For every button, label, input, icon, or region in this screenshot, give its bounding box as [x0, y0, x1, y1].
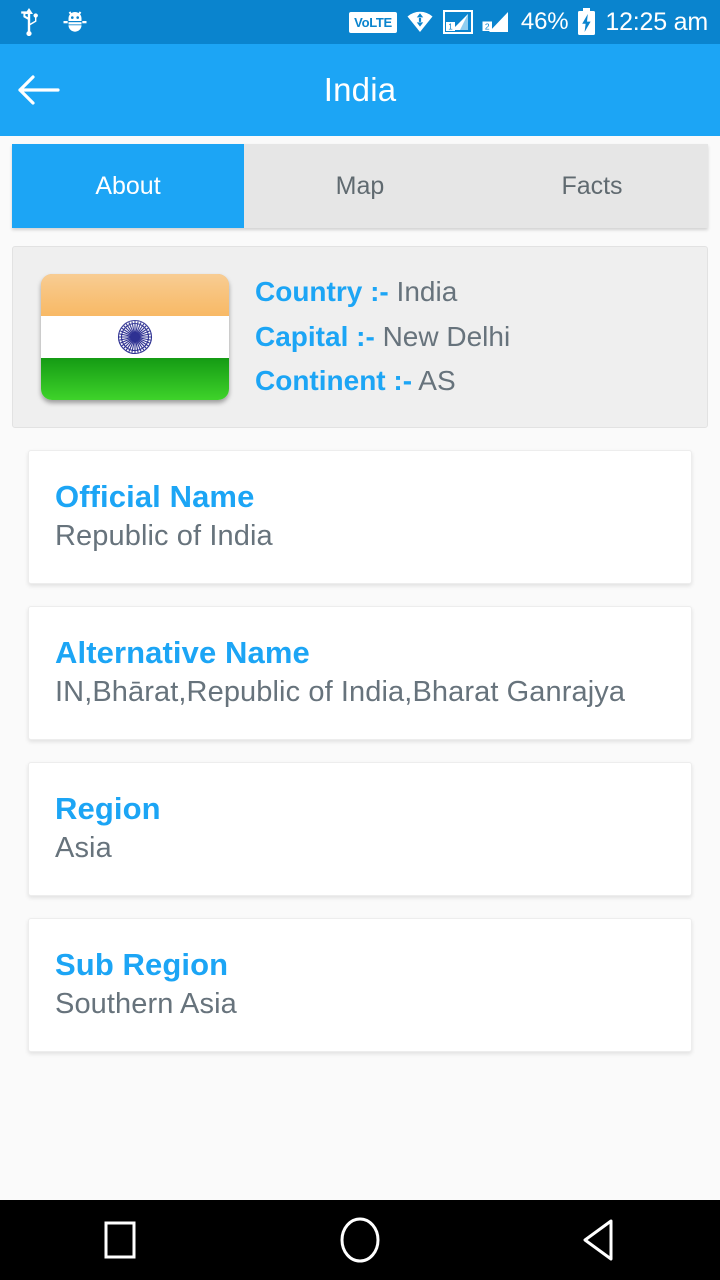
- wifi-icon: [406, 9, 434, 35]
- back-navigation-button[interactable]: [0, 44, 76, 136]
- summary-value-country: India: [396, 275, 458, 307]
- tab-bar: About Map Facts: [12, 144, 708, 228]
- summary-value-continent: AS: [418, 365, 456, 397]
- info-card-title: Region: [55, 791, 161, 826]
- summary-value-capital: New Delhi: [382, 320, 511, 352]
- summary-label-capital: Capital :-: [255, 320, 375, 352]
- android-navigation-bar: [0, 1200, 720, 1280]
- info-card-value: Republic of India: [55, 520, 273, 552]
- signal-sim2-icon: 2: [482, 9, 512, 35]
- circle-icon: [340, 1217, 380, 1263]
- info-card-value: IN,Bhārat,Republic of India,Bharat Ganra…: [55, 676, 626, 708]
- info-card-value: Southern Asia: [55, 988, 237, 1020]
- recents-button[interactable]: [40, 1200, 200, 1280]
- status-bar-left-icons: [18, 8, 88, 36]
- svg-text:1: 1: [448, 23, 453, 32]
- country-summary-list: Country :- India Capital :- New Delhi Co…: [255, 274, 510, 401]
- tab-facts[interactable]: Facts: [476, 144, 708, 228]
- summary-row-capital: Capital :- New Delhi: [255, 319, 510, 356]
- app-bar: India: [0, 44, 720, 136]
- info-card-list: Official Name Republic of India Alternat…: [0, 450, 720, 1052]
- usb-icon: [18, 8, 40, 36]
- info-card-official-name[interactable]: Official Name Republic of India: [28, 450, 692, 584]
- volte-icon: VoLTE: [349, 11, 397, 33]
- info-card-region[interactable]: Region Asia: [28, 762, 692, 896]
- tab-map[interactable]: Map: [244, 144, 476, 228]
- summary-label-country: Country :-: [255, 275, 389, 307]
- svg-text:2: 2: [485, 22, 490, 32]
- status-bar: VoLTE 1 2 46% 12:25 am: [0, 0, 720, 44]
- summary-row-continent: Continent :- AS: [255, 363, 510, 400]
- info-card-alternative-name[interactable]: Alternative Name IN,Bhārat,Republic of I…: [28, 606, 692, 740]
- arrow-left-icon: [18, 75, 60, 105]
- triangle-left-icon: [583, 1219, 613, 1261]
- back-button[interactable]: [520, 1200, 680, 1280]
- info-card-sub-region[interactable]: Sub Region Southern Asia: [28, 918, 692, 1052]
- info-card-title: Alternative Name: [55, 635, 310, 670]
- clock-label: 12:25 am: [605, 7, 708, 36]
- flag-band-green: [41, 358, 229, 400]
- battery-charging-icon: [577, 8, 596, 36]
- summary-row-country: Country :- India: [255, 274, 510, 311]
- tab-about[interactable]: About: [12, 144, 244, 228]
- home-button[interactable]: [280, 1200, 440, 1280]
- info-card-title: Sub Region: [55, 947, 229, 982]
- android-debug-bug-icon: [62, 9, 88, 35]
- battery-percent-label: 46%: [520, 8, 569, 35]
- summary-label-continent: Continent :-: [255, 365, 413, 397]
- flag-gloss-overlay: [41, 274, 229, 332]
- page-title: India: [323, 71, 397, 108]
- info-card-value: Asia: [55, 832, 112, 864]
- signal-sim1-icon: 1: [442, 9, 473, 35]
- square-icon: [104, 1221, 136, 1259]
- phone-screen: VoLTE 1 2 46% 12:25 am India About Map F…: [0, 0, 720, 1280]
- country-summary-card: Country :- India Capital :- New Delhi Co…: [12, 246, 708, 428]
- status-bar-right-icons: VoLTE 1 2 46% 12:25 am: [349, 8, 708, 37]
- info-card-title: Official Name: [55, 479, 255, 514]
- india-flag-icon: [41, 274, 229, 400]
- tab-bar-container: About Map Facts: [0, 136, 720, 228]
